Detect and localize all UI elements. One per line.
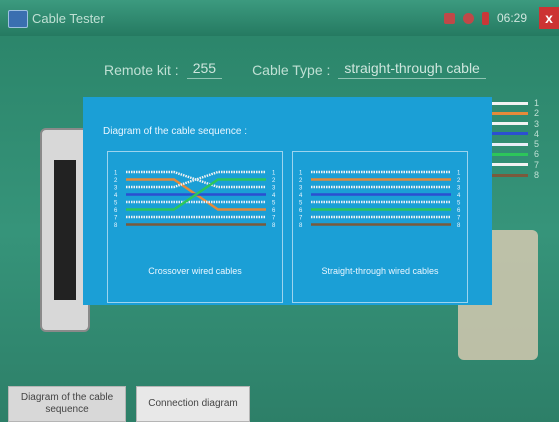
wire-legend-swatch (492, 142, 528, 146)
signal-icon (443, 12, 455, 24)
crossover-left-pin-7: 7 (114, 216, 118, 222)
wire-legend-swatch (492, 101, 528, 105)
straight-right-pin-4: 4 (457, 193, 461, 199)
straight-right-pin-6: 6 (457, 208, 461, 214)
connection-button[interactable]: Connection diagram (136, 386, 250, 422)
crossover-left-pin-8: 8 (114, 223, 118, 229)
wire-legend-number: 7 (534, 159, 540, 170)
wire-legend-row: 3 (492, 119, 542, 129)
crossover-left-pin-1: 1 (114, 171, 118, 177)
wire-legend-swatch (492, 111, 528, 115)
bottom-button-bar: Diagram of the cable sequence Connection… (0, 386, 559, 422)
crossover-right-pin-8: 8 (272, 223, 276, 229)
straight-left-pin-7: 7 (299, 216, 303, 222)
straight-left-pin-3: 3 (299, 186, 303, 192)
wire-legend-row: 1 (492, 98, 542, 108)
app-title: Cable Tester (32, 11, 105, 26)
app-icon (8, 10, 28, 28)
straight-left-pin-6: 6 (299, 208, 303, 214)
wire-legend-number: 2 (534, 108, 540, 119)
straight-left-pin-5: 5 (299, 201, 303, 207)
straight-right-pin-3: 3 (457, 186, 461, 192)
straight-left-pin-1: 1 (299, 171, 303, 177)
crossover-diagram: 1 12 23 34 45 56 67 78 8 (114, 171, 276, 230)
battery-icon (481, 11, 489, 25)
crossover-panel: 1122334455667788 Crossover wired cables (107, 151, 283, 303)
cable-type-label: Cable Type : (252, 61, 331, 78)
wire-legend-number: 5 (534, 139, 540, 150)
straight-panel: 1122334455667788 Straight-through wired … (292, 151, 468, 303)
wire-legend-swatch (492, 173, 528, 177)
straight-right-pin-8: 8 (457, 223, 461, 229)
wire-legend-row: 4 (492, 129, 542, 139)
clock: 06:29 (496, 11, 527, 25)
straight-left-pin-4: 4 (299, 193, 303, 199)
straight-left-pin-2: 2 (299, 178, 303, 184)
wire-legend-row: 6 (492, 149, 542, 159)
crossover-left-pin-3: 3 (114, 186, 118, 192)
straight-caption: Straight-through wired cables (321, 266, 439, 276)
wire-legend-row: 2 (492, 108, 542, 118)
wire-legend-row: 7 (492, 160, 542, 170)
wire-legend-number: 6 (534, 149, 540, 160)
cable-sequence-dialog[interactable]: Diagram of the cable sequence : 11223344… (83, 97, 492, 305)
crossover-right-pin-7: 7 (272, 216, 276, 222)
crossover-right-pin-3: 3 (272, 186, 276, 192)
wire-legend-swatch (492, 132, 528, 136)
close-button[interactable]: x (539, 7, 559, 29)
crossover-right-pin-5: 5 (272, 201, 276, 207)
wire-legend-number: 4 (534, 128, 540, 139)
title-bar: Cable Tester 06:29 x (0, 0, 559, 36)
info-row: Remote kit : 255 Cable Type : straight-t… (104, 60, 486, 79)
crossover-left-pin-6: 6 (114, 208, 118, 214)
straight-left-pin-8: 8 (299, 223, 303, 229)
status-area: 06:29 (443, 11, 527, 25)
crossover-right-pin-4: 4 (272, 193, 276, 199)
remote-kit-value: 255 (186, 60, 223, 79)
crossover-left-pin-2: 2 (114, 178, 118, 184)
cable-tester-screen: Cable Tester 06:29 x Remote kit : 255 Ca… (0, 0, 559, 422)
straight-right-pin-1: 1 (457, 171, 461, 177)
crossover-left-pin-5: 5 (114, 201, 118, 207)
straight-right-pin-2: 2 (457, 178, 461, 184)
dialog-title: Diagram of the cable sequence : (103, 126, 247, 137)
wire-legend-row: 8 (492, 170, 542, 180)
crossover-right-pin-6: 6 (272, 208, 276, 214)
crossover-right-pin-1: 1 (272, 171, 276, 177)
remote-kit-label: Remote kit : (104, 61, 179, 78)
wire-legend: 12345678 (492, 98, 542, 180)
sequence-button[interactable]: Diagram of the cable sequence (8, 386, 126, 422)
wire-legend-swatch (492, 163, 528, 167)
wire-legend-number: 3 (534, 118, 540, 129)
crossover-right-pin-2: 2 (272, 178, 276, 184)
crossover-left-pin-4: 4 (114, 193, 118, 199)
crossover-caption: Crossover wired cables (148, 266, 242, 276)
wire-legend-swatch (492, 122, 528, 126)
straight-right-pin-5: 5 (457, 201, 461, 207)
straight-right-pin-7: 7 (457, 216, 461, 222)
wire-legend-number: 8 (534, 170, 540, 181)
straight-diagram: 1 12 23 34 45 56 67 78 8 (299, 171, 461, 230)
wire-legend-row: 5 (492, 139, 542, 149)
cable-type-value: straight-through cable (338, 60, 486, 79)
usb-icon (462, 12, 474, 24)
wire-legend-number: 1 (534, 98, 540, 108)
wire-legend-swatch (492, 152, 528, 156)
